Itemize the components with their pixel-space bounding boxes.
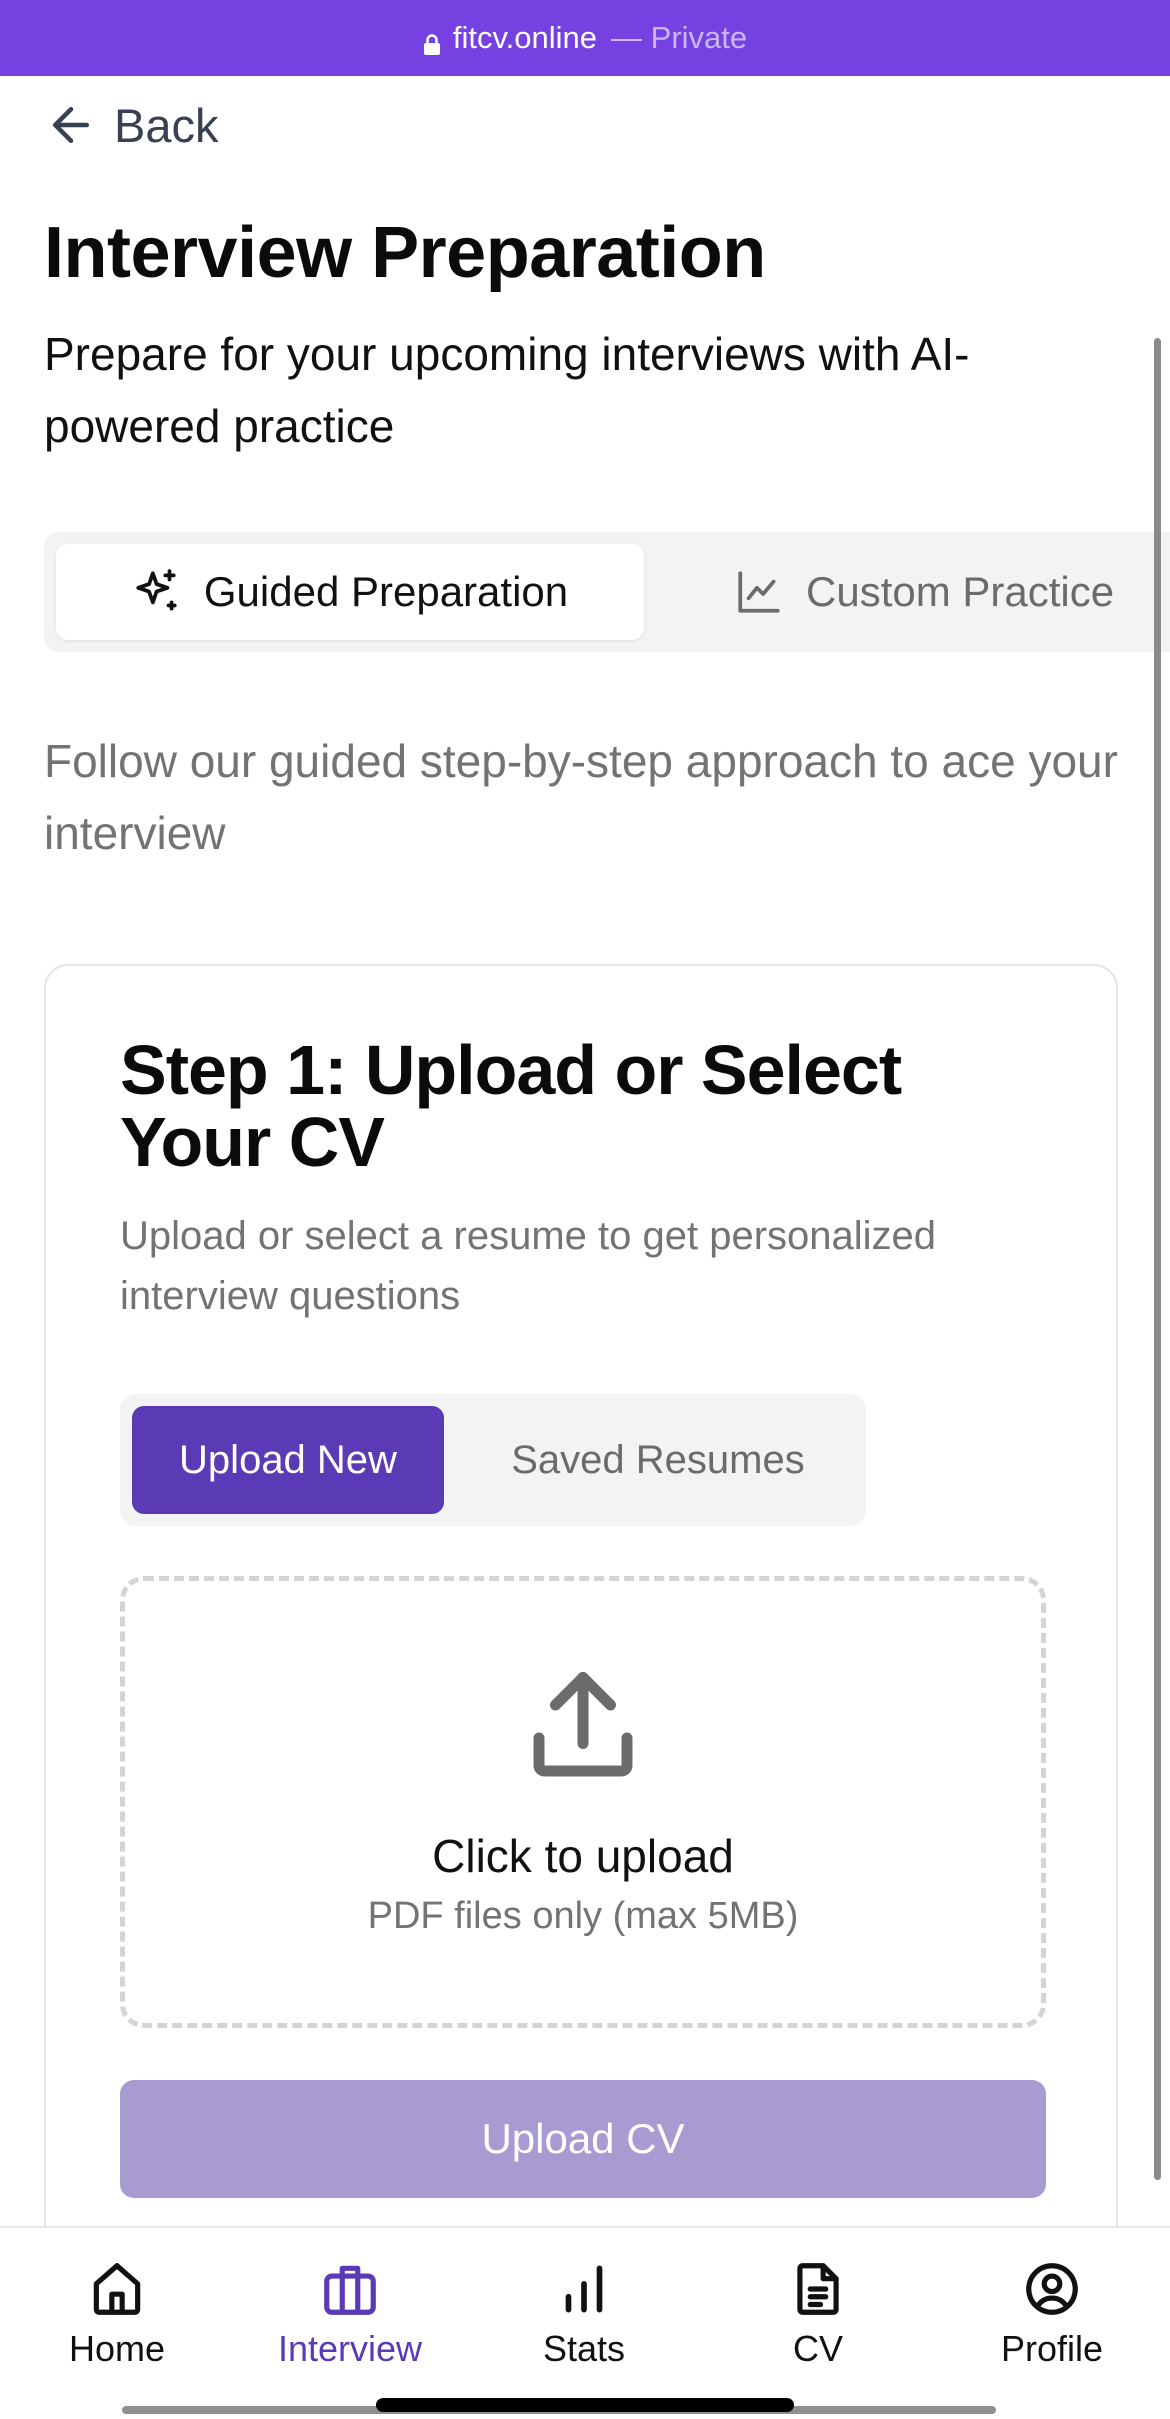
guided-intro-text: Follow our guided step-by-step approach …: [44, 735, 1118, 859]
tab-guided-preparation-label: Guided Preparation: [203, 568, 569, 615]
vertical-scrollbar[interactable]: [1154, 338, 1161, 2180]
tab-custom-practice[interactable]: Custom Practice: [734, 544, 1114, 640]
upload-icon: [533, 1672, 633, 1777]
nav-interview-label: Interview: [277, 2328, 423, 2369]
nav-home[interactable]: Home: [17, 2258, 217, 2370]
mode-tabs: Guided Preparation Custom Practice: [44, 532, 1170, 652]
nav-profile-label: Profile: [1000, 2328, 1104, 2369]
page-title: Interview Preparation: [44, 213, 766, 293]
bar-chart-icon: [565, 2265, 603, 2313]
dropzone-title: Click to upload: [432, 1830, 734, 1882]
home-indicator[interactable]: [376, 2398, 794, 2412]
step1-title: Step 1: Upload or Select Your CV: [120, 1031, 902, 1181]
user-circle-icon: [1026, 2263, 1078, 2315]
back-label: Back: [114, 98, 219, 152]
document-icon: [797, 2263, 839, 2315]
briefcase-icon: [324, 2265, 376, 2315]
tab-custom-practice-label: Custom Practice: [806, 568, 1115, 615]
arrow-left-icon: [53, 107, 89, 143]
page-subtitle: Prepare for your upcoming interviews wit…: [44, 328, 970, 452]
nav-cv-label: CV: [792, 2328, 843, 2369]
tab-saved-resumes[interactable]: Saved Resumes: [460, 1406, 856, 1514]
dropzone-hint: PDF files only (max 5MB): [367, 1895, 799, 1937]
browser-domain: fitcv.online: [452, 20, 598, 55]
nav-stats-label: Stats: [542, 2328, 626, 2369]
nav-profile[interactable]: Profile: [952, 2258, 1152, 2370]
nav-stats[interactable]: Stats: [484, 2258, 684, 2370]
nav-home-label: Home: [68, 2328, 166, 2369]
nav-interview[interactable]: Interview: [250, 2258, 450, 2370]
browser-address-bar[interactable]: fitcv.online — Private: [0, 0, 1170, 76]
tab-upload-new[interactable]: Upload New: [132, 1406, 444, 1514]
cv-source-tabs: Upload New Saved Resumes: [120, 1394, 866, 1526]
line-chart-icon: [738, 571, 780, 613]
sparkles-icon: [136, 569, 177, 611]
step1-card: Step 1: Upload or Select Your CV Upload …: [44, 964, 1118, 2419]
nav-cv[interactable]: CV: [718, 2258, 918, 2370]
back-button[interactable]: Back: [44, 92, 219, 158]
lock-icon: [423, 28, 441, 55]
browser-privacy-label: — Private: [611, 20, 748, 55]
bottom-nav: Home Interview Stats CV Profile: [0, 2226, 1170, 2419]
file-dropzone[interactable]: Click to upload PDF files only (max 5MB): [120, 1576, 1046, 2028]
home-icon: [93, 2263, 141, 2315]
upload-cv-button[interactable]: Upload CV: [120, 2080, 1046, 2198]
step1-description: Upload or select a resume to get persona…: [120, 1214, 937, 1318]
tab-guided-preparation[interactable]: Guided Preparation: [56, 544, 644, 640]
